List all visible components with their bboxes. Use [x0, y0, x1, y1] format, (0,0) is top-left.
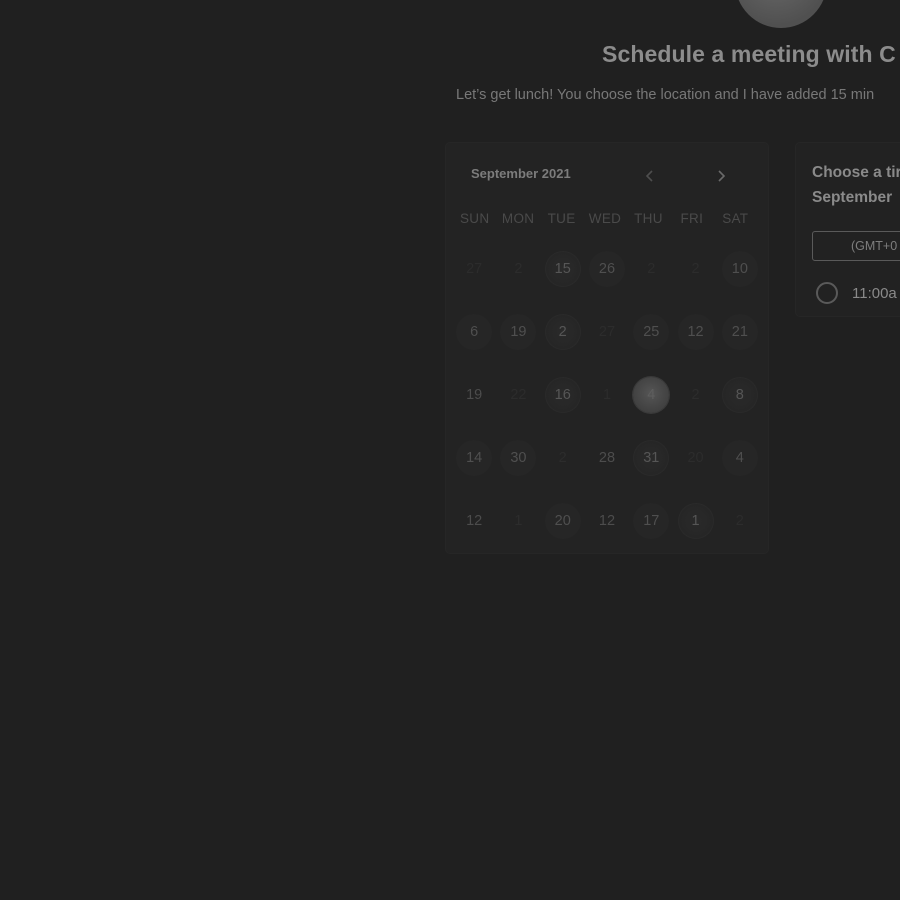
calendar-day-number: 17: [633, 502, 670, 539]
calendar-day: 1: [585, 363, 629, 426]
calendar-day-number: 2: [558, 449, 567, 466]
calendar-day-number: 28: [598, 449, 616, 466]
calendar-day-number: 31: [633, 439, 670, 476]
calendar-day-number: 30: [500, 439, 537, 476]
chevron-right-icon: [718, 170, 726, 182]
next-month-button[interactable]: [711, 166, 731, 186]
calendar-day-number: 2: [647, 260, 656, 277]
calendar-day[interactable]: 10: [718, 237, 762, 300]
calendar-day[interactable]: 26: [585, 237, 629, 300]
chevron-left-icon: [645, 170, 653, 182]
calendar-day: 2: [673, 237, 717, 300]
calendar-day[interactable]: 4: [718, 426, 762, 489]
calendar-day-number: 1: [602, 386, 612, 403]
weekday-label: SUN: [460, 211, 490, 226]
calendar-day: 27: [585, 300, 629, 363]
calendar-day[interactable]: 16: [541, 363, 585, 426]
calendar-day[interactable]: 1: [673, 489, 717, 552]
timezone-select[interactable]: (GMT+0: [812, 231, 900, 261]
page-title: Schedule a meeting with C: [602, 41, 896, 67]
calendar-day[interactable]: 20: [541, 489, 585, 552]
calendar-day[interactable]: 25: [629, 300, 673, 363]
calendar-day-number: 4: [721, 439, 758, 476]
calendar-day-number: 26: [588, 250, 625, 287]
time-slot-radio[interactable]: [816, 282, 838, 304]
timezone-value: (GMT+0: [851, 239, 898, 253]
calendar-day[interactable]: 17: [629, 489, 673, 552]
calendar-day-number: 19: [466, 386, 483, 403]
calendar-day-grid: 27 2 15 26 2 2 10 6 19 2 27 25 12 21 19 22 16 1 4 2 8 14 30 2 28…: [452, 237, 762, 552]
calendar-day-number: 14: [456, 439, 493, 476]
calendar-day-number: 12: [598, 512, 616, 529]
calendar-day-number: 27: [466, 260, 483, 277]
calendar-day-number: 25: [633, 313, 670, 350]
calendar-day: 27: [452, 237, 496, 300]
calendar-day: 28: [585, 426, 629, 489]
weekday-label: WED: [588, 211, 622, 226]
calendar-day-number: 21: [721, 313, 758, 350]
weekday-label: TUE: [547, 211, 576, 226]
calendar-day: 22: [496, 363, 540, 426]
calendar-day-number: 20: [687, 449, 704, 466]
time-slot-label[interactable]: 11:00a: [852, 285, 897, 302]
calendar-day: 12: [452, 489, 496, 552]
calendar-day-number: 1: [677, 502, 714, 539]
calendar-day-number: 2: [691, 386, 700, 403]
calendar-month-label: September 2021: [471, 166, 571, 181]
calendar-day-number: 1: [514, 512, 523, 529]
calendar-day: 2: [496, 237, 540, 300]
calendar-day: 19: [452, 363, 496, 426]
calendar-day-number: 6: [456, 313, 493, 350]
calendar-day-number: 12: [466, 512, 483, 529]
weekday-label: SAT: [722, 211, 749, 226]
calendar-day[interactable]: 19: [496, 300, 540, 363]
host-avatar: [735, 0, 827, 28]
calendar-day: 2: [718, 489, 762, 552]
time-panel-heading: Choose a tir September: [812, 160, 900, 210]
calendar-day-number: 20: [544, 502, 581, 539]
calendar-day: 2: [541, 426, 585, 489]
calendar-day: 12: [585, 489, 629, 552]
calendar-day[interactable]: 21: [718, 300, 762, 363]
calendar-day: 20: [673, 426, 717, 489]
calendar-day: 2: [629, 237, 673, 300]
calendar-day-number: 4: [633, 376, 670, 413]
calendar-day-number: 27: [598, 323, 616, 340]
calendar-day-number: 16: [544, 376, 581, 413]
calendar-day[interactable]: 2: [541, 300, 585, 363]
weekday-label: THU: [634, 211, 663, 226]
previous-month-button[interactable]: [640, 166, 660, 186]
weekday-label: MON: [501, 211, 535, 226]
calendar-day-number: 2: [514, 260, 523, 277]
calendar-day-number: 19: [500, 313, 537, 350]
calendar-day-selected[interactable]: 4: [629, 363, 673, 426]
calendar-day: 2: [673, 363, 717, 426]
calendar-day: 1: [496, 489, 540, 552]
weekday-header: SUN MON TUE WED THU FRI SAT: [453, 211, 757, 226]
calendar-day[interactable]: 14: [452, 426, 496, 489]
selected-date-label: September: [812, 189, 893, 206]
calendar-day[interactable]: 15: [541, 237, 585, 300]
calendar-day-number: 2: [691, 260, 700, 277]
calendar-day-number: 2: [544, 313, 581, 350]
calendar-day[interactable]: 30: [496, 426, 540, 489]
scheduling-page: Schedule a meeting with C Let’s get lunc…: [0, 0, 900, 900]
calendar-day[interactable]: 6: [452, 300, 496, 363]
calendar-day[interactable]: 8: [718, 363, 762, 426]
time-panel-heading-line1: Choose a tir: [812, 164, 900, 181]
calendar-day-number: 22: [510, 386, 527, 403]
calendar-day-number: 15: [544, 250, 581, 287]
calendar-day[interactable]: 12: [673, 300, 717, 363]
calendar-day-number: 12: [677, 313, 714, 350]
meeting-description: Let’s get lunch! You choose the location…: [456, 87, 875, 103]
calendar-day[interactable]: 31: [629, 426, 673, 489]
calendar-day-number: 2: [735, 512, 744, 529]
calendar-day-number: 10: [721, 250, 758, 287]
calendar-day-number: 8: [721, 376, 758, 413]
weekday-label: FRI: [680, 211, 704, 226]
